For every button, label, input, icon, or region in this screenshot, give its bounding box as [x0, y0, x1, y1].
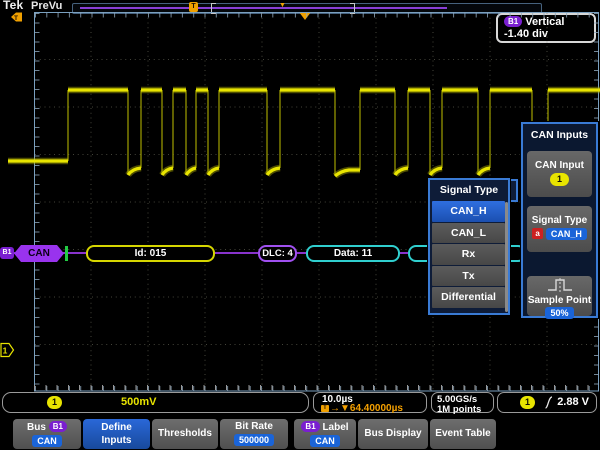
svg-text:T: T — [14, 15, 18, 22]
dropdown-item-tx[interactable]: Tx — [432, 266, 505, 287]
event-table-label: Event Table — [430, 428, 496, 440]
bus-display-label: Bus Display — [358, 428, 428, 440]
menu-label-button[interactable]: B1 Label CAN — [294, 419, 356, 449]
menu-define-inputs-button[interactable]: Define Inputs — [83, 419, 150, 449]
sample-point-icon — [546, 277, 574, 292]
trigger-level-value: 2.88 V — [557, 396, 589, 408]
horizontal-position-value: →▼64.40000µs — [330, 403, 403, 414]
acquisition-readout: 5.00GS/s 1M points — [431, 392, 494, 413]
signal-type-dropdown: Signal Type CAN_H CAN_L Rx Tx Differenti… — [428, 178, 510, 315]
sample-point-value-badge: 50% — [545, 307, 573, 319]
can-input-value-badge: 1 — [550, 173, 569, 186]
sample-point-button[interactable]: Sample Point 50% — [527, 276, 592, 316]
trigger-source-badge: 1 — [520, 396, 535, 409]
multipurpose-knob-a-icon: a — [532, 228, 543, 239]
dropdown-title: Signal Type — [430, 180, 508, 201]
channel1-reference-marker[interactable]: 1 — [1, 344, 14, 357]
bit-rate-value-pill: 500000 — [234, 434, 274, 446]
define-inputs-line1: Define — [83, 422, 150, 434]
oscilloscope-screen: Tek PreVu T ▼ B1 Vertical -1.40 div — [0, 0, 600, 450]
channel1-badge: 1 — [47, 396, 62, 409]
channel1-scale-readout[interactable]: 1 500mV — [2, 392, 309, 413]
dropdown-item-can-l[interactable]: CAN_L — [432, 223, 505, 244]
label-button-label: Label — [322, 422, 348, 433]
decode-data-field: Data: 11 — [306, 245, 400, 262]
can-input-label: CAN Input — [527, 160, 592, 171]
record-length-value: 1M points — [437, 404, 481, 415]
start-of-frame-tick — [65, 246, 68, 261]
bus-button-label: Bus — [27, 422, 46, 433]
rising-edge-icon — [544, 396, 553, 409]
can-inputs-panel: CAN Inputs CAN Input 1 Signal Type a CAN… — [521, 122, 598, 318]
bus-b1-marker[interactable]: B1 — [0, 247, 14, 259]
decode-id-field: Id: 015 — [86, 245, 215, 262]
label-value-pill: CAN — [310, 435, 340, 447]
bus-name-bubble: CAN — [14, 245, 64, 262]
dropdown-item-rx[interactable]: Rx — [432, 244, 505, 265]
signal-type-button[interactable]: Signal Type a CAN_H — [527, 206, 592, 252]
menu-bit-rate-button[interactable]: Bit Rate 500000 — [220, 419, 288, 449]
dropdown-item-differential[interactable]: Differential — [432, 287, 505, 308]
trigger-level-offscreen-icon: T — [11, 13, 22, 23]
signal-type-label: Signal Type — [527, 215, 592, 226]
menu-thresholds-button[interactable]: Thresholds — [152, 419, 218, 449]
sample-point-label: Sample Point — [527, 295, 592, 306]
signal-type-value-badge: CAN_H — [546, 228, 587, 240]
can-input-button[interactable]: CAN Input 1 — [527, 151, 592, 197]
define-inputs-line2: Inputs — [83, 435, 150, 447]
trigger-readout[interactable]: 1 2.88 V — [497, 392, 597, 413]
channel1-scale-value: 500mV — [121, 396, 156, 408]
panel-title: CAN Inputs — [523, 124, 596, 144]
grid-dots — [35, 13, 599, 391]
bus-b1-pill: B1 — [49, 421, 67, 432]
decode-dlc-field: DLC: 4 — [258, 245, 297, 262]
menu-bus-button[interactable]: Bus B1 CAN — [13, 419, 81, 449]
menu-bus-display-button[interactable]: Bus Display — [358, 419, 428, 449]
menu-event-table-button[interactable]: Event Table — [430, 419, 496, 449]
channel1-waveform — [8, 90, 600, 176]
dropdown-scrollbar[interactable] — [505, 202, 508, 312]
dropdown-item-can-h[interactable]: CAN_H — [432, 201, 505, 222]
svg-text:1: 1 — [3, 346, 8, 356]
bus-value-pill: CAN — [32, 435, 62, 447]
label-b1-pill: B1 — [301, 421, 319, 432]
bit-rate-label: Bit Rate — [220, 421, 288, 433]
thresholds-label: Thresholds — [152, 428, 218, 440]
trigger-t-icon: T — [321, 405, 329, 412]
horizontal-readout[interactable]: 10.0µs T →▼64.40000µs — [313, 392, 427, 413]
bottom-tick-strip — [34, 385, 599, 390]
graticule: T 1 — [0, 0, 600, 450]
